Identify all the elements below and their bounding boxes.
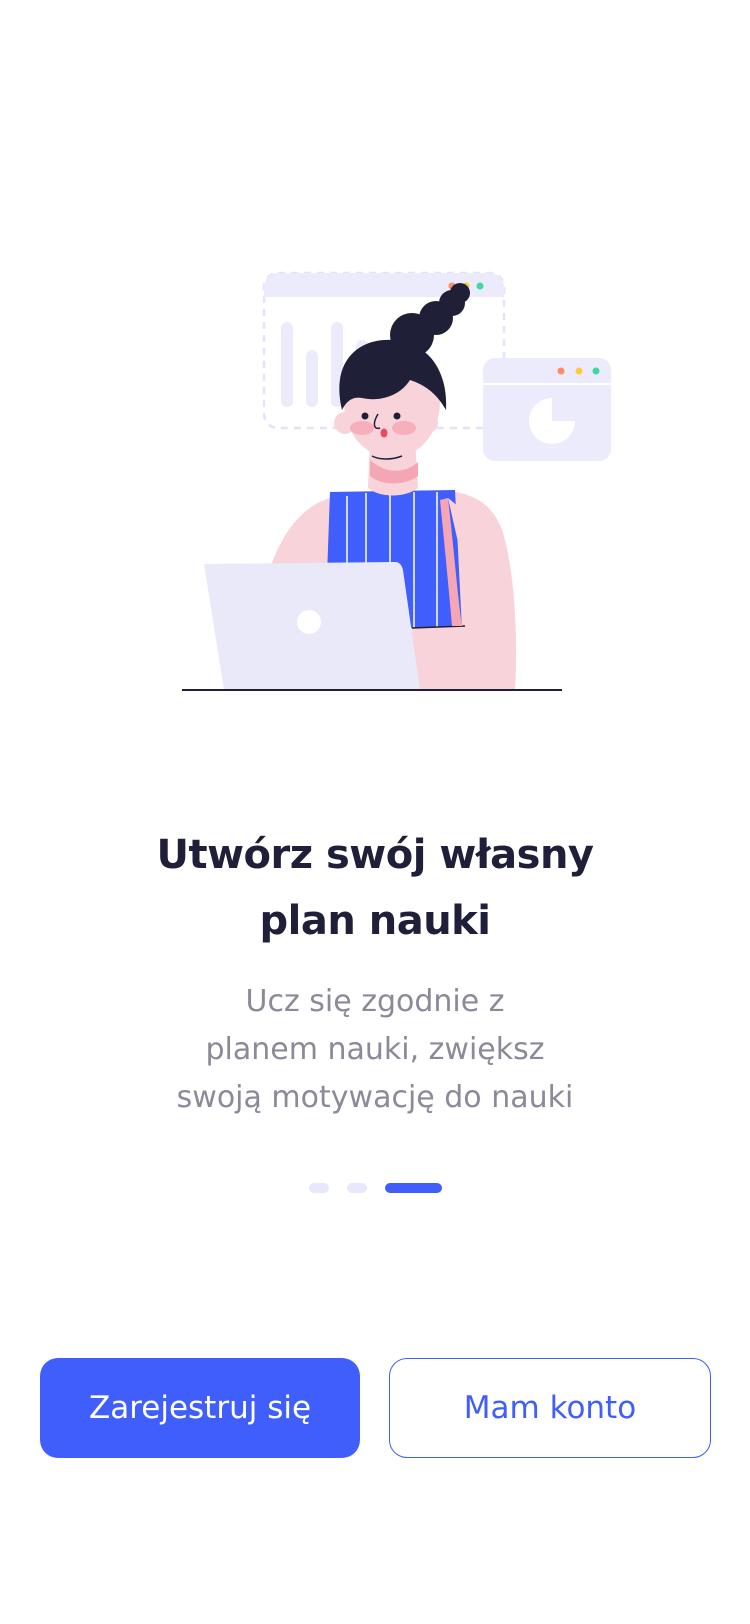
onboarding-title: Utwórz swój własny plan nauki [0,822,750,954]
page-indicator [0,1183,750,1194]
onboarding-subtitle-line: swoją motywację do nauki [176,1080,574,1115]
onboarding-subtitle-line: planem nauki, zwiększ [205,1032,545,1067]
pie-chart-window-icon [483,358,611,461]
onboarding-title-line: Utwórz swój własny [156,832,595,878]
login-button[interactable]: Mam konto [389,1358,711,1458]
page-indicator-dot-active[interactable] [385,1183,442,1193]
onboarding-illustration [182,271,611,691]
login-button-label: Mam konto [463,1390,637,1426]
register-button-label: Zarejestruj się [88,1390,312,1426]
onboarding-subtitle: Ucz się zgodnie z planem nauki, zwiększ … [0,978,750,1122]
register-button[interactable]: Zarejestruj się [40,1358,360,1458]
onboarding-subtitle-line: Ucz się zgodnie z [245,984,505,1019]
onboarding-title-line: plan nauki [259,898,492,944]
page-indicator-dot[interactable] [309,1183,329,1193]
page-indicator-dot[interactable] [347,1183,367,1193]
